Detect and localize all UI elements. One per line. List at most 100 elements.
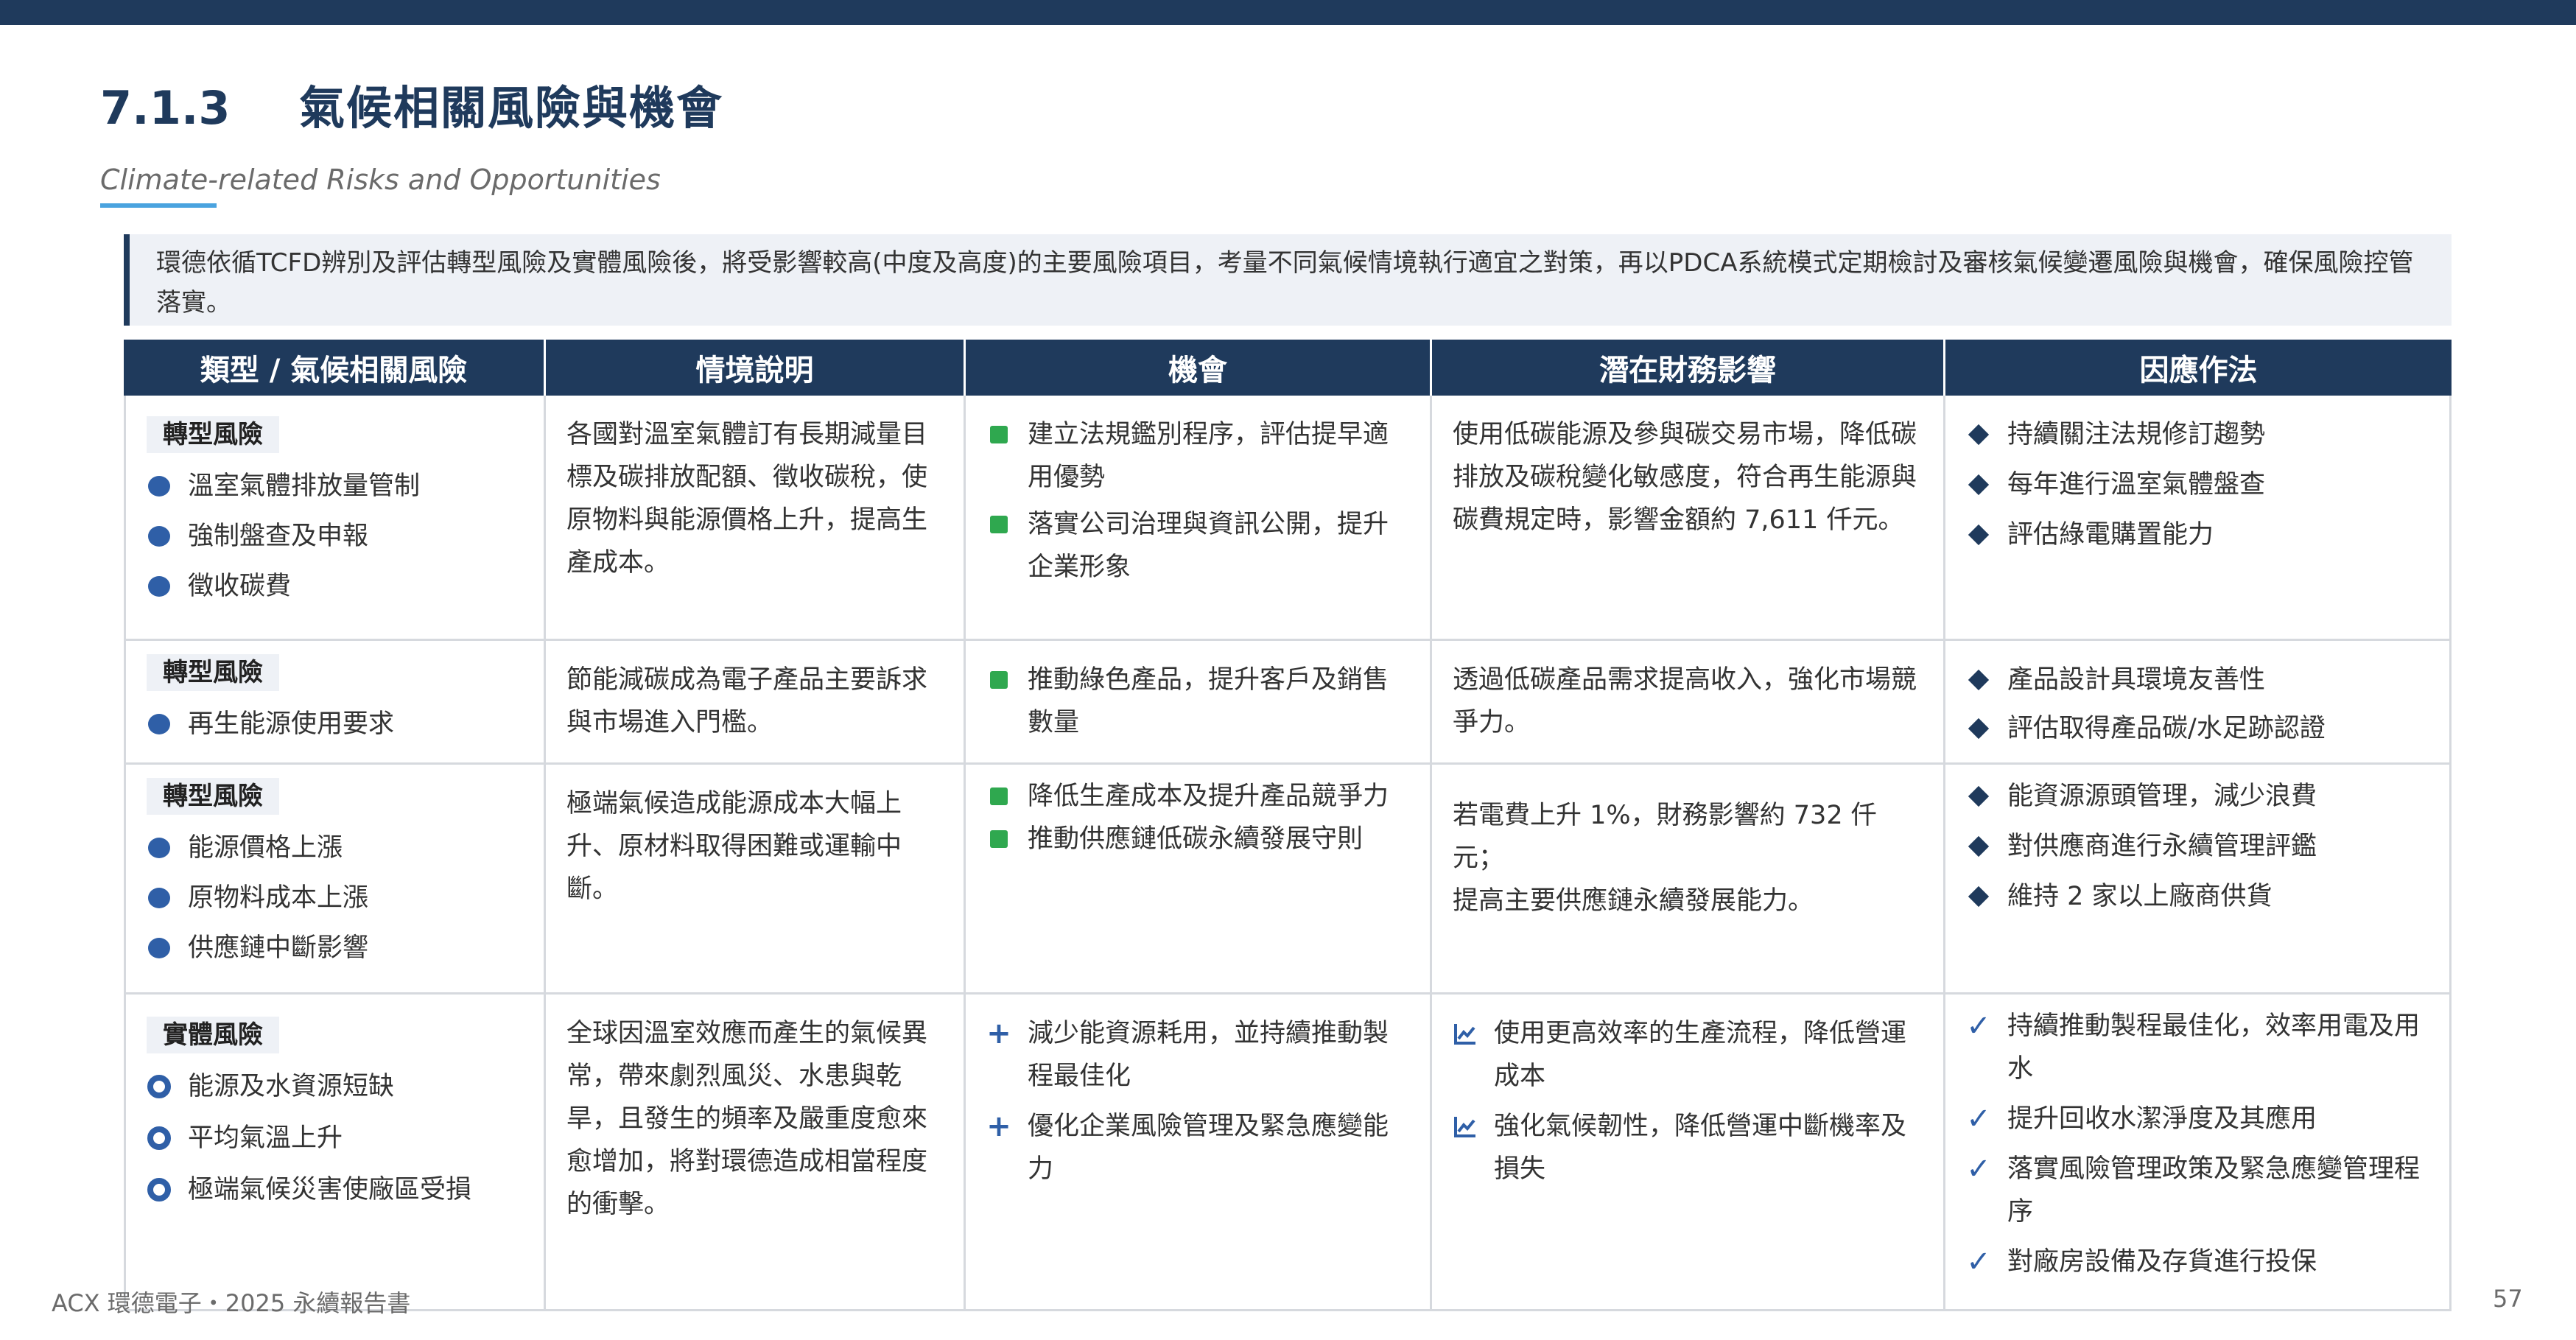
ring-bullet-icon bbox=[147, 1065, 172, 1108]
response-item: ✓ 提升回收水潔淨度及其應用 bbox=[1966, 1098, 2429, 1140]
risk-item: 徵收碳費 bbox=[147, 565, 523, 608]
section-number: 7.1.3 bbox=[100, 81, 231, 135]
response-item: 能資源源頭管理，減少浪費 bbox=[1966, 775, 2429, 818]
bullet-dot-icon bbox=[147, 703, 172, 746]
table-row: 轉型風險 溫室氣體排放量管制 強制盤查及申報 徵收碳費 各國對溫室氣體訂有長期減… bbox=[124, 396, 2452, 641]
diamond-icon bbox=[1966, 775, 1991, 818]
scenario-cell: 節能減碳成為電子產品主要訴求與市場進入門檻。 bbox=[544, 641, 964, 762]
scenario-cell: 全球因溫室效應而產生的氣候異常，帶來劇烈風災、水患與乾旱，且發生的頻率及嚴重度愈… bbox=[544, 995, 964, 1309]
green-square-icon bbox=[986, 413, 1011, 456]
opportunity-item: 建立法規鑑別程序，評估提早適用優勢 bbox=[986, 413, 1409, 499]
checkmark-icon: ✓ bbox=[1966, 1009, 1991, 1043]
page-number: 57 bbox=[2493, 1285, 2523, 1313]
diamond-icon bbox=[1966, 413, 1991, 456]
intro-paragraph: 環德依循TCFD辨別及評估轉型風險及實體風險後，將受影響較高(中度及高度)的主要… bbox=[124, 234, 2452, 326]
impact-cell: 透過低碳產品需求提高收入，強化市場競爭力。 bbox=[1430, 641, 1943, 762]
checkmark-icon: ✓ bbox=[1966, 1152, 1991, 1186]
impact-item: 強化氣候韌性，降低營運中斷機率及損失 bbox=[1453, 1105, 1923, 1190]
opportunity-item: 推動供應鏈低碳永續發展守則 bbox=[986, 818, 1409, 860]
response-cell: 持續關注法規修訂趨勢 每年進行溫室氣體盤查 評估綠電購置能力 bbox=[1943, 396, 2452, 639]
risk-item: 能源及水資源短缺 bbox=[147, 1065, 523, 1108]
green-square-icon bbox=[986, 775, 1011, 818]
response-item: ✓ 持續推動製程最佳化，效率用電及用水 bbox=[1966, 1005, 2429, 1090]
diamond-icon bbox=[1966, 875, 1991, 918]
opportunity-cell: 建立法規鑑別程序，評估提早適用優勢 落實公司治理與資訊公開，提升企業形象 bbox=[964, 396, 1430, 639]
plus-icon: + bbox=[986, 1017, 1011, 1050]
risk-type-cell: 轉型風險 再生能源使用要求 bbox=[124, 641, 544, 762]
diamond-icon bbox=[1966, 825, 1991, 868]
green-square-icon bbox=[986, 503, 1011, 546]
response-cell: ✓ 持續推動製程最佳化，效率用電及用水 ✓ 提升回收水潔淨度及其應用 ✓ 落實風險管理… bbox=[1943, 995, 2452, 1309]
header-response: 因應作法 bbox=[1943, 340, 2452, 396]
bullet-dot-icon bbox=[147, 877, 172, 919]
header-opportunity: 機會 bbox=[964, 340, 1430, 396]
subtitle-underline bbox=[100, 203, 217, 208]
risk-item: 再生能源使用要求 bbox=[147, 703, 523, 746]
header-type: 類型 / 氣候相關風險 bbox=[200, 354, 468, 387]
opportunity-item: 推動綠色產品，提升客戶及銷售數量 bbox=[986, 659, 1409, 744]
climate-risk-table: 類型 / 氣候相關風險 情境說明 機會 潛在財務影響 因應作法 轉型風險 溫室氣… bbox=[124, 340, 2452, 1311]
bullet-dot-icon bbox=[147, 515, 172, 558]
opportunity-item: + 優化企業風險管理及緊急應變能力 bbox=[986, 1105, 1409, 1190]
impact-cell: 使用更高效率的生產流程，降低營運成本 強化氣候韌性，降低營運中斷機率及損失 bbox=[1430, 995, 1943, 1309]
impact-line: 若電費上升 1%，財務影響約 732 仟元； bbox=[1453, 801, 1877, 873]
opportunity-cell: 推動綠色產品，提升客戶及銷售數量 bbox=[964, 641, 1430, 762]
table-row: 實體風險 能源及水資源短缺 平均氣溫上升 極端氣候災害使廠區受損 全球因溫室效應… bbox=[124, 995, 2452, 1311]
bullet-dot-icon bbox=[147, 827, 172, 869]
risk-type-tag: 實體風險 bbox=[147, 1017, 279, 1053]
response-item: 評估綠電購置能力 bbox=[1966, 513, 2429, 556]
response-item: 評估取得產品碳/水足跡認證 bbox=[1966, 707, 2429, 750]
checkmark-icon: ✓ bbox=[1966, 1245, 1991, 1279]
impact-cell: 若電費上升 1%，財務影響約 732 仟元； 提高主要供應鏈永續發展能力。 bbox=[1430, 765, 1943, 992]
risk-type-tag: 轉型風險 bbox=[147, 778, 279, 815]
response-item: 維持 2 家以上廠商供貨 bbox=[1966, 875, 2429, 918]
response-cell: 能資源源頭管理，減少浪費 對供應商進行永續管理評鑑 維持 2 家以上廠商供貨 bbox=[1943, 765, 2452, 992]
green-square-icon bbox=[986, 818, 1011, 860]
opportunity-item: 降低生產成本及提升產品競爭力 bbox=[986, 775, 1409, 818]
line-chart-icon bbox=[1453, 1105, 1478, 1148]
risk-type-cell: 實體風險 能源及水資源短缺 平均氣溫上升 極端氣候災害使廠區受損 bbox=[124, 995, 544, 1309]
risk-type-tag: 轉型風險 bbox=[147, 416, 279, 453]
section-heading: 7.1.3 氣候相關風險與機會 bbox=[100, 71, 723, 137]
risk-type-cell: 轉型風險 溫室氣體排放量管制 強制盤查及申報 徵收碳費 bbox=[124, 396, 544, 639]
risk-item: 能源價格上漲 bbox=[147, 827, 523, 869]
footer-report-name: ACX 環德電子・2025 永續報告書 bbox=[52, 1289, 411, 1317]
page-title: 氣候相關風險與機會 bbox=[299, 81, 724, 135]
diamond-icon bbox=[1966, 463, 1991, 506]
risk-item: 原物料成本上漲 bbox=[147, 877, 523, 919]
response-item: 持續關注法規修訂趨勢 bbox=[1966, 413, 2429, 456]
green-square-icon bbox=[986, 659, 1011, 701]
page-subtitle: Climate-related Risks and Opportunities bbox=[100, 164, 661, 196]
diamond-icon bbox=[1966, 513, 1991, 556]
bullet-dot-icon bbox=[147, 465, 172, 508]
table-header: 類型 / 氣候相關風險 情境說明 機會 潛在財務影響 因應作法 bbox=[124, 340, 2452, 396]
top-bar bbox=[0, 0, 2576, 25]
diamond-icon bbox=[1966, 659, 1991, 701]
risk-item: 溫室氣體排放量管制 bbox=[147, 465, 523, 508]
ring-bullet-icon bbox=[147, 1168, 172, 1211]
line-chart-icon bbox=[1453, 1012, 1478, 1055]
bullet-dot-icon bbox=[147, 565, 172, 608]
risk-type-tag: 轉型風險 bbox=[147, 654, 279, 691]
risk-type-cell: 轉型風險 能源價格上漲 原物料成本上漲 供應鏈中斷影響 bbox=[124, 765, 544, 992]
risk-item: 供應鏈中斷影響 bbox=[147, 927, 523, 969]
risk-item: 平均氣溫上升 bbox=[147, 1117, 523, 1160]
opportunity-cell: + 減少能資源耗用，並持續推動製程最佳化 + 優化企業風險管理及緊急應變能力 bbox=[964, 995, 1430, 1309]
opportunity-item: 落實公司治理與資訊公開，提升企業形象 bbox=[986, 503, 1409, 589]
impact-item: 使用更高效率的生產流程，降低營運成本 bbox=[1453, 1012, 1923, 1098]
header-financial-impact: 潛在財務影響 bbox=[1430, 340, 1943, 396]
table-row: 轉型風險 再生能源使用要求 節能減碳成為電子產品主要訴求與市場進入門檻。 推動綠… bbox=[124, 641, 2452, 765]
response-item: 每年進行溫室氣體盤查 bbox=[1966, 463, 2429, 506]
ring-bullet-icon bbox=[147, 1117, 172, 1160]
risk-item: 強制盤查及申報 bbox=[147, 515, 523, 558]
response-item: ✓ 對廠房設備及存貨進行投保 bbox=[1966, 1241, 2429, 1283]
response-item: 對供應商進行永續管理評鑑 bbox=[1966, 825, 2429, 868]
impact-cell: 使用低碳能源及參與碳交易市場，降低碳排放及碳稅變化敏感度，符合再生能源與碳費規定… bbox=[1430, 396, 1943, 639]
diamond-icon bbox=[1966, 707, 1991, 750]
response-item: 產品設計具環境友善性 bbox=[1966, 659, 2429, 701]
impact-line: 提高主要供應鏈永續發展能力。 bbox=[1453, 886, 1814, 916]
scenario-cell: 各國對溫室氣體訂有長期減量目標及碳排放配額、徵收碳稅，使原物料與能源價格上升，提… bbox=[544, 396, 964, 639]
scenario-cell: 極端氣候造成能源成本大幅上升、原材料取得困難或運輸中斷。 bbox=[544, 765, 964, 992]
table-row: 轉型風險 能源價格上漲 原物料成本上漲 供應鏈中斷影響 極端氣候造成能源成本大幅… bbox=[124, 765, 2452, 995]
header-scenario: 情境說明 bbox=[544, 340, 964, 396]
